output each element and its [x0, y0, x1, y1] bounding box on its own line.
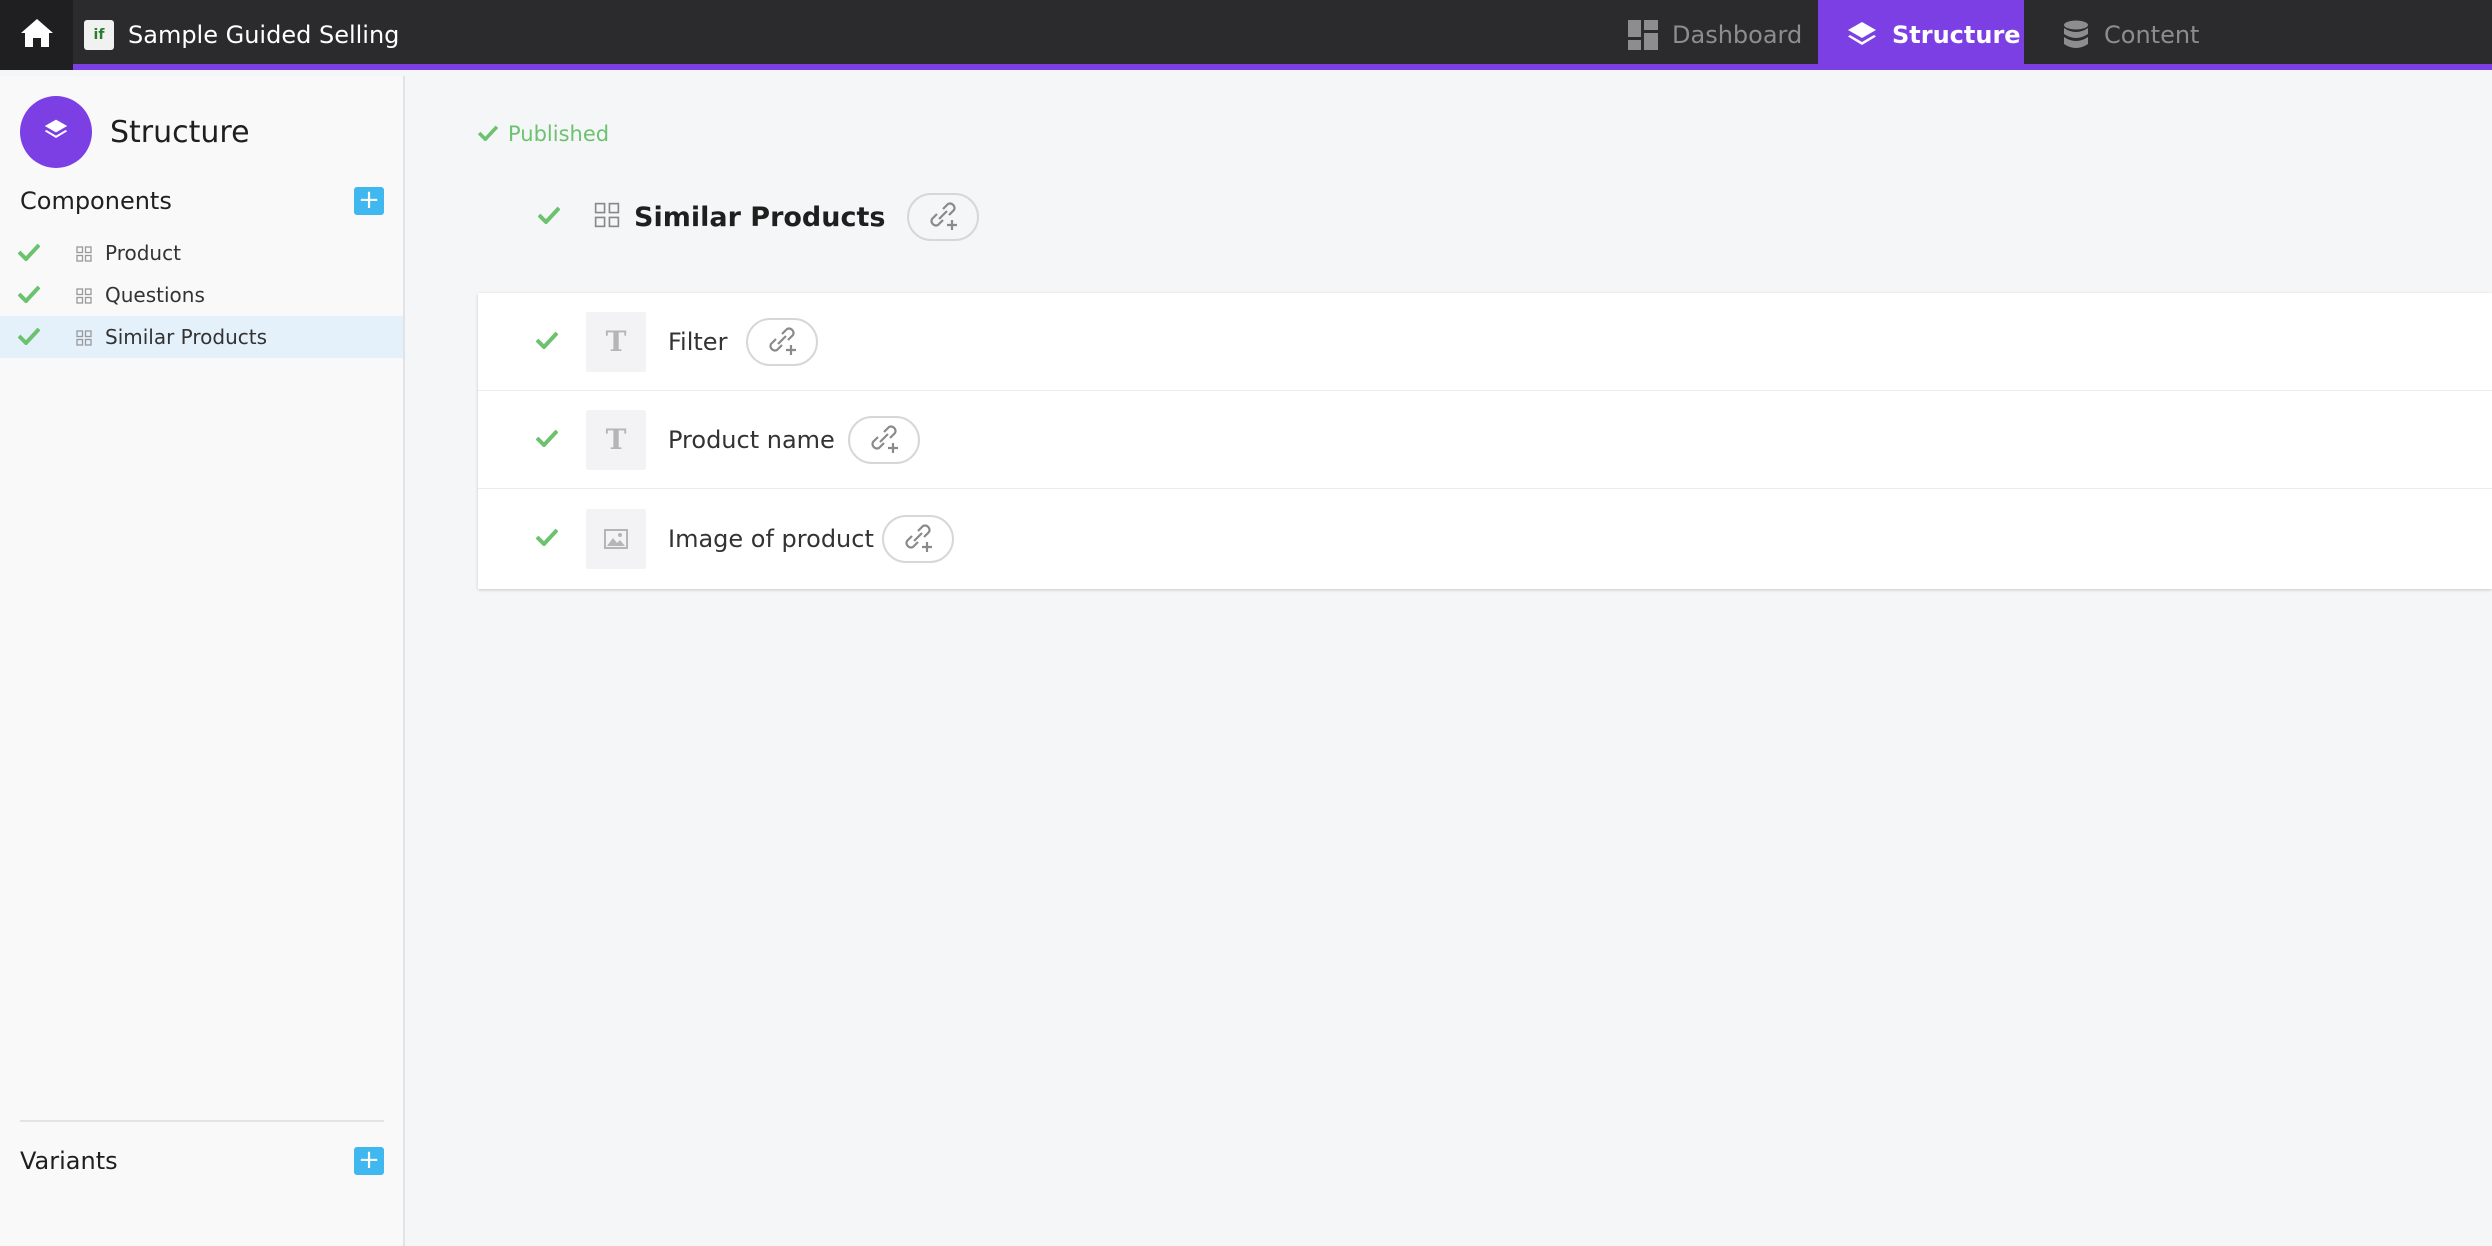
- structure-badge: [20, 96, 92, 168]
- add-component-button[interactable]: +: [354, 187, 384, 215]
- variants-section-header: Variants +: [20, 1147, 384, 1175]
- app-logo: if: [84, 20, 114, 50]
- app-title-area[interactable]: if Sample Guided Selling: [84, 0, 399, 70]
- field-row-image-of-product[interactable]: Image of product: [478, 490, 2492, 588]
- check-icon: [535, 528, 559, 550]
- link-add-icon: [925, 199, 961, 235]
- component-title: Similar Products: [634, 201, 886, 233]
- status-text: Published: [508, 122, 610, 146]
- database-icon: [2062, 20, 2090, 50]
- text-type-icon: T: [586, 409, 646, 470]
- tab-dashboard[interactable]: Dashboard: [1612, 0, 1818, 70]
- variants-title: Variants: [20, 1147, 118, 1175]
- check-icon: [535, 331, 559, 353]
- top-bar: if Sample Guided Selling Dashboard Struc…: [0, 0, 2492, 70]
- tab-structure-label: Structure: [1892, 21, 2021, 49]
- link-add-icon: [764, 324, 800, 360]
- link-add-button[interactable]: [907, 193, 980, 241]
- add-variant-button[interactable]: +: [354, 1147, 384, 1175]
- link-add-button[interactable]: [746, 317, 818, 366]
- field-label: Product name: [668, 425, 835, 454]
- field-row-product-name[interactable]: T Product name: [478, 391, 2492, 489]
- component-grid-icon: [594, 202, 620, 232]
- field-label: Image of product: [668, 525, 874, 553]
- tab-content[interactable]: Content: [2044, 0, 2244, 70]
- check-icon: [17, 243, 41, 265]
- component-grid-icon: [76, 288, 92, 308]
- link-add-icon: [900, 521, 936, 557]
- check-icon: [535, 429, 559, 451]
- check-icon: [17, 285, 41, 307]
- home-icon: [20, 18, 54, 52]
- home-button[interactable]: [0, 0, 73, 70]
- fields-card: T Filter T Product name Image of product: [478, 293, 2492, 589]
- components-section-header: Components +: [20, 187, 384, 215]
- app-title: Sample Guided Selling: [128, 21, 400, 49]
- link-add-icon: [866, 422, 902, 458]
- check-icon: [17, 327, 41, 349]
- sidebar-item-product[interactable]: Product: [0, 232, 403, 274]
- layers-icon: [1846, 20, 1878, 50]
- sidebar-item-label: Questions: [105, 283, 205, 307]
- check-icon: [537, 206, 561, 228]
- sidebar: Structure Components + Product Questions…: [0, 76, 405, 1246]
- component-header: Similar Products: [537, 192, 980, 242]
- dashboard-icon: [1628, 20, 1658, 50]
- text-type-icon: T: [586, 311, 646, 372]
- sidebar-item-questions[interactable]: Questions: [0, 274, 403, 316]
- image-type-icon: [586, 509, 646, 569]
- app-logo-text: if: [93, 27, 105, 43]
- tab-content-label: Content: [2104, 21, 2200, 49]
- field-label: Filter: [668, 327, 728, 356]
- sidebar-item-label: Similar Products: [105, 325, 268, 349]
- sidebar-item-similar-products[interactable]: Similar Products: [0, 316, 403, 358]
- link-add-button[interactable]: [848, 415, 920, 464]
- component-grid-icon: [76, 330, 92, 350]
- link-add-button[interactable]: [882, 515, 954, 563]
- layers-icon: [43, 118, 69, 146]
- tab-dashboard-label: Dashboard: [1672, 21, 1803, 49]
- components-list: Product Questions Similar Products: [0, 232, 403, 358]
- component-grid-icon: [76, 246, 92, 266]
- sidebar-header: Structure: [20, 96, 250, 168]
- field-row-filter[interactable]: T Filter: [478, 293, 2492, 391]
- check-icon: [477, 122, 508, 146]
- sidebar-item-label: Product: [105, 241, 181, 265]
- components-title: Components: [20, 187, 172, 215]
- tab-structure[interactable]: Structure: [1818, 0, 2024, 70]
- sidebar-divider: [20, 1120, 384, 1122]
- published-status: Published: [477, 122, 610, 146]
- sidebar-title: Structure: [110, 114, 250, 150]
